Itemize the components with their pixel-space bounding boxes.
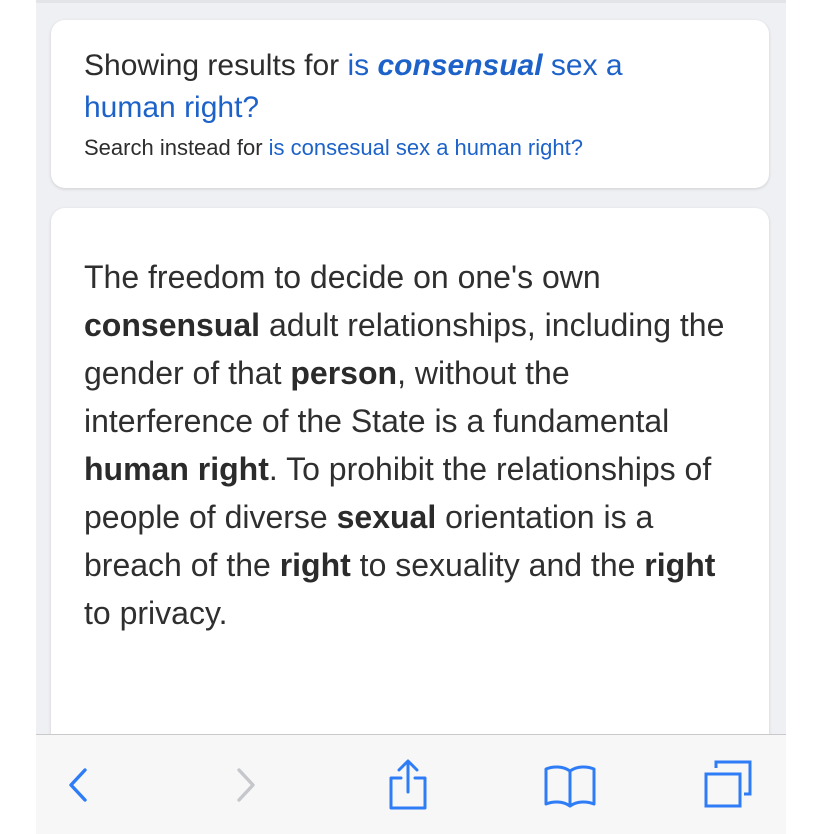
- showing-results-prefix: Showing results for: [84, 49, 340, 82]
- answer-highlight: right: [279, 547, 351, 583]
- answer-highlight: consensual: [84, 307, 261, 343]
- safari-bottom-toolbar: [36, 734, 786, 834]
- safari-screen: Showing results for is consensual sex a h…: [36, 0, 786, 834]
- forward-button[interactable]: [216, 755, 276, 815]
- spelling-correction-card: Showing results for is consensual sex a h…: [51, 20, 769, 188]
- share-button[interactable]: [378, 755, 438, 815]
- answer-text-segment: The freedom to decide on one's own: [84, 259, 601, 295]
- featured-answer-text: The freedom to decide on one's own conse…: [84, 253, 735, 637]
- showing-results-line: Showing results for is consensual sex a h…: [84, 45, 735, 129]
- answer-text-segment: to sexuality and the: [350, 547, 645, 583]
- corrected-query-start: is: [347, 49, 370, 82]
- search-instead-line: Search instead for is consesual sex a hu…: [84, 133, 735, 163]
- answer-highlight: human right: [84, 451, 269, 487]
- corrected-word: consensual: [377, 49, 543, 82]
- answer-highlight: right: [644, 547, 716, 583]
- chevron-right-icon: [237, 768, 255, 802]
- answer-text-segment: to privacy.: [84, 595, 228, 631]
- answer-highlight: person: [290, 355, 398, 391]
- corrected-query-end: human right?: [84, 91, 260, 124]
- previous-card-edge: [36, 0, 786, 3]
- answer-highlight: sexual: [336, 499, 437, 535]
- tabs-icon: [704, 760, 752, 808]
- search-instead-prefix: Search instead for: [84, 135, 263, 160]
- tabs-button[interactable]: [698, 755, 758, 815]
- book-icon: [544, 765, 596, 808]
- share-icon: [389, 759, 427, 810]
- original-query-link[interactable]: is consesual sex a human right?: [269, 135, 583, 160]
- chevron-left-icon: [69, 768, 87, 802]
- bookmarks-button[interactable]: [540, 755, 600, 815]
- back-button[interactable]: [48, 755, 108, 815]
- corrected-query-middle: sex a: [550, 49, 623, 82]
